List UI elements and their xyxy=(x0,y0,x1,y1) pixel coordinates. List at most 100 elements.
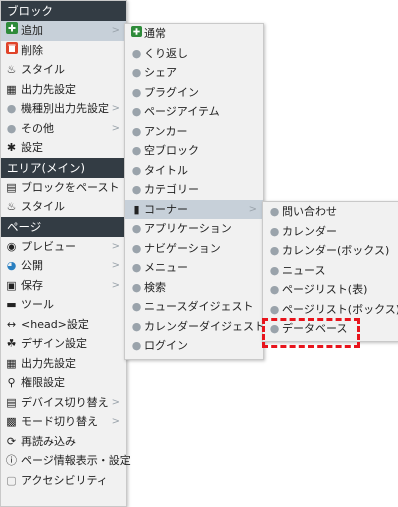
accessibility-icon: ▢ xyxy=(6,473,17,487)
paint-bucket-icon: ♨ xyxy=(6,200,17,213)
menu-item-tools[interactable]: ▬ ツール xyxy=(1,295,126,315)
submenu-item-navigation[interactable]: ● ナビゲーション xyxy=(125,239,263,259)
dot-icon: ● xyxy=(131,85,142,99)
menu-item-design-settings[interactable]: ☘ デザイン設定 xyxy=(1,334,126,354)
reload-icon: ⟳ xyxy=(6,434,17,448)
section-header-area: エリア(メイン) xyxy=(1,157,126,178)
chevron-right-icon: > xyxy=(111,416,120,427)
puzzle-icon: ▮ xyxy=(133,202,140,216)
menu-item-delete[interactable]: 削除 xyxy=(1,41,126,61)
corner-item-pagelist-box[interactable]: ● ページリスト(ボックス) xyxy=(263,300,398,320)
dot-icon: ● xyxy=(131,280,142,294)
submenu-item-application[interactable]: ● アプリケーション xyxy=(125,219,263,239)
dot-icon: ● xyxy=(131,105,142,118)
menu-item-area-style[interactable]: ♨ スタイル xyxy=(1,197,126,217)
dot-icon: ● xyxy=(6,102,17,115)
dot-icon: ● xyxy=(131,163,142,177)
menu-item-device-switch[interactable]: ▤ デバイス切り替え > xyxy=(1,393,126,413)
submenu-item-calendar-digest[interactable]: ● カレンダーダイジェスト xyxy=(125,317,265,337)
menu-item-output-settings[interactable]: ▦ 出力先設定 xyxy=(1,80,126,100)
chevron-right-icon: > xyxy=(111,240,120,252)
dot-icon: ● xyxy=(131,66,142,79)
submenu-item-page-item[interactable]: ● ページアイテム xyxy=(125,102,263,122)
menu-item-settings[interactable]: ✱ 設定 xyxy=(1,138,126,158)
delete-icon xyxy=(5,41,18,61)
dot-icon: ● xyxy=(131,300,142,313)
menu-item-paste-block[interactable]: ▤ ブロックをペースト xyxy=(1,178,126,198)
device-icon: ▤ xyxy=(6,395,17,409)
output-icon: ▦ xyxy=(6,356,17,370)
submenu-item-anchor[interactable]: ● アンカー xyxy=(125,122,263,142)
menu-item-preview[interactable]: ◉ プレビュー > xyxy=(1,237,126,257)
submenu-item-title[interactable]: ● タイトル xyxy=(125,161,263,181)
menu-item-style[interactable]: ♨ スタイル xyxy=(1,60,126,80)
mode-icon: ▩ xyxy=(6,415,17,428)
dot-icon: ● xyxy=(269,263,280,277)
corner-item-calendar-box[interactable]: ● カレンダー(ボックス) xyxy=(263,241,398,261)
chevron-right-icon: > xyxy=(111,25,120,36)
corner-item-contact[interactable]: ● 問い合わせ xyxy=(263,202,398,222)
dot-icon: ● xyxy=(131,46,142,60)
output-icon: ▦ xyxy=(6,82,17,96)
menu-item-page-output-settings[interactable]: ▦ 出力先設定 xyxy=(1,354,126,374)
paste-icon: ▤ xyxy=(6,180,17,194)
menu-item-page-info[interactable]: ⓘ ページ情報表示・設定 xyxy=(1,451,131,471)
menu-item-save[interactable]: ▣ 保存 > xyxy=(1,276,126,296)
chevron-right-icon: > xyxy=(111,279,120,291)
menu-item-permissions[interactable]: ⚲ 権限設定 xyxy=(1,373,126,393)
section-header-block: ブロック xyxy=(1,1,126,21)
eye-icon: ◉ xyxy=(6,239,17,253)
chevron-right-icon: > xyxy=(248,203,257,215)
key-icon: ⚲ xyxy=(7,376,16,389)
submenu-item-menu[interactable]: ● メニュー xyxy=(125,258,263,278)
toolbar-icon: ▬ xyxy=(6,298,17,311)
dot-icon: ● xyxy=(131,339,142,352)
code-icon: ↔ xyxy=(6,317,17,331)
chevron-right-icon: > xyxy=(111,260,120,271)
plus-icon xyxy=(5,21,18,41)
submenu-item-empty-block[interactable]: ● 空ブロック xyxy=(125,141,263,161)
dot-icon: ● xyxy=(269,244,280,257)
menu-item-head-settings[interactable]: ↔ <head>設定 xyxy=(1,315,126,335)
dot-icon: ● xyxy=(131,144,142,157)
corner-item-news[interactable]: ● ニュース xyxy=(263,261,398,281)
submenu-item-repeat[interactable]: ● くり返し xyxy=(125,44,263,64)
menu-item-mode-switch[interactable]: ▩ モード切り替え > xyxy=(1,412,126,432)
menu-item-reload[interactable]: ⟳ 再読み込み xyxy=(1,432,126,452)
dot-icon: ● xyxy=(269,302,280,316)
submenu-item-normal[interactable]: 通常 xyxy=(125,24,263,44)
globe-icon: ◕ xyxy=(6,259,17,272)
dot-icon: ● xyxy=(131,241,142,255)
dot-icon: ● xyxy=(269,205,280,218)
corner-item-pagelist-table[interactable]: ● ページリスト(表) xyxy=(263,280,398,300)
info-icon: ⓘ xyxy=(6,454,17,467)
menu-item-accessibility[interactable]: ▢ アクセシビリティ xyxy=(1,471,126,491)
chevron-right-icon: > xyxy=(111,396,120,408)
section-header-page: ページ xyxy=(1,216,126,237)
submenu-item-plugin[interactable]: ● プラグイン xyxy=(125,83,263,103)
submenu-item-share[interactable]: ● シェア xyxy=(125,63,263,83)
dot-icon: ● xyxy=(131,261,142,274)
dot-icon: ● xyxy=(131,124,142,138)
menu-item-device-output-settings[interactable]: ● 機種別出力先設定 > xyxy=(1,99,126,119)
save-icon: ▣ xyxy=(6,278,17,292)
context-menu: ブロック 追加 > 削除 ♨ スタイル ▦ 出力先設定 ● 機種別出力先設定 >… xyxy=(0,0,131,507)
menu-item-add[interactable]: 追加 > xyxy=(1,21,126,41)
dot-icon: ● xyxy=(131,183,142,196)
corner-item-calendar[interactable]: ● カレンダー xyxy=(263,222,398,242)
menu-item-publish[interactable]: ◕ 公開 > xyxy=(1,256,126,276)
annotation-highlight-box xyxy=(262,318,360,348)
dot-icon: ● xyxy=(131,319,142,333)
gear-icon: ✱ xyxy=(6,141,17,154)
plus-icon xyxy=(130,24,143,44)
add-submenu: 通常 ● くり返し ● シェア ● プラグイン ● ページアイテム ● アンカー ● 空ブロ… xyxy=(124,23,265,360)
submenu-item-news-digest[interactable]: ● ニュースダイジェスト xyxy=(125,297,263,317)
submenu-item-search[interactable]: ● 検索 xyxy=(125,278,263,298)
dot-icon: ● xyxy=(6,121,17,135)
submenu-item-login[interactable]: ● ログイン xyxy=(125,336,263,356)
dot-icon: ● xyxy=(131,222,142,235)
submenu-item-category[interactable]: ● カテゴリー xyxy=(125,180,263,200)
submenu-item-corner[interactable]: ▮ コーナー > xyxy=(125,199,263,219)
dot-icon: ● xyxy=(269,224,280,238)
menu-item-other[interactable]: ● その他 > xyxy=(1,119,126,139)
